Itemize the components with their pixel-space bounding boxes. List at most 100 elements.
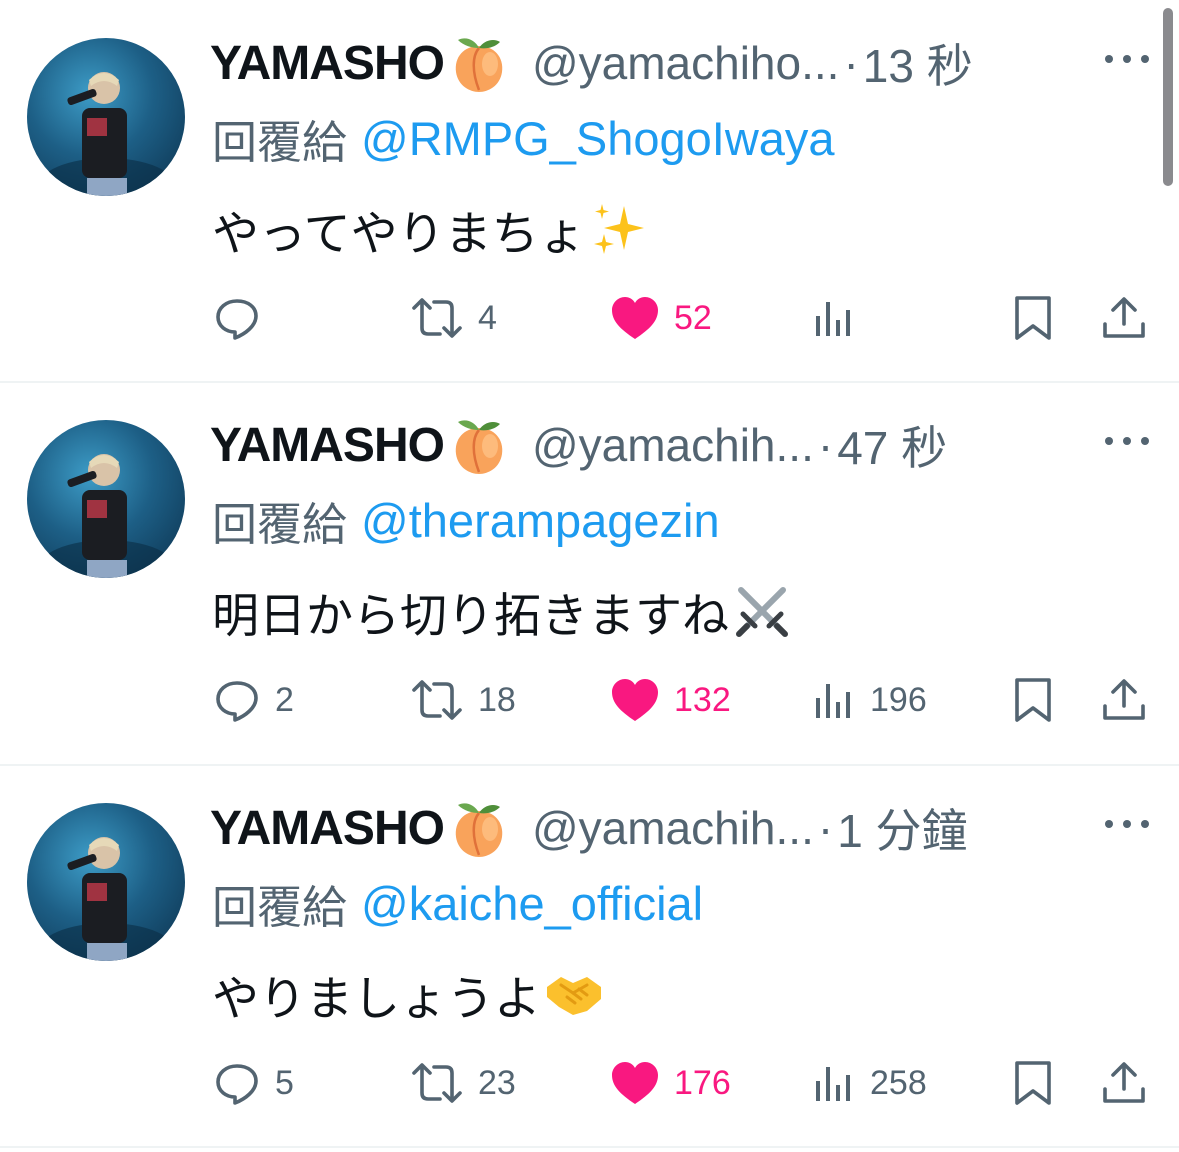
reply-context: 回覆給 @kaiche_official xyxy=(212,871,703,935)
display-name[interactable]: YAMASHO xyxy=(210,36,445,91)
dot-icon xyxy=(1141,437,1149,445)
retweet-button[interactable]: 18 xyxy=(410,668,516,732)
tweet-header: YAMASHO @yamachih... · 47 秒 xyxy=(210,412,1090,478)
tweet[interactable]: YAMASHO @yamachih... · 1 分鐘 回覆給 @kaiche_… xyxy=(0,765,1179,1147)
reply-mention-link[interactable]: @kaiche_official xyxy=(361,876,703,931)
timeline: YAMASHO @yamachiho... · 13 秒 回覆給 @RMPG_S… xyxy=(0,0,1179,1152)
share-button[interactable] xyxy=(1100,1051,1148,1115)
reply-mention-link[interactable]: @RMPG_ShogoIwaya xyxy=(361,111,835,166)
dot-icon xyxy=(1123,437,1131,445)
tweet-header: YAMASHO @yamachiho... · 13 秒 xyxy=(210,30,1090,96)
heart-icon xyxy=(612,1062,658,1104)
views-icon xyxy=(816,1067,850,1101)
views-button[interactable]: 258 xyxy=(812,1051,927,1115)
retweet-icon xyxy=(412,1063,462,1103)
bookmark-button[interactable] xyxy=(1012,668,1054,732)
retweet-icon xyxy=(412,298,462,338)
peach-emoji xyxy=(448,414,510,476)
retweet-count: 4 xyxy=(478,298,497,337)
reply-icon xyxy=(216,1064,258,1105)
view-count: 196 xyxy=(870,680,927,719)
bookmark-icon xyxy=(1015,678,1051,722)
reply-button[interactable]: 5 xyxy=(213,1051,294,1115)
views-button[interactable]: 196 xyxy=(812,668,927,732)
retweet-button[interactable]: 4 xyxy=(410,286,497,350)
avatar[interactable] xyxy=(27,803,185,961)
tweet-text-content: やりましょうよ xyxy=(212,971,541,1027)
handle[interactable]: @yamachih... xyxy=(532,801,814,855)
timestamp[interactable]: 47 秒 xyxy=(837,412,947,478)
retweet-count: 18 xyxy=(478,680,516,719)
tweet-header: YAMASHO @yamachih... · 1 分鐘 xyxy=(210,795,1090,861)
display-name[interactable]: YAMASHO xyxy=(210,801,445,856)
tweet-text: やってやりまちょ xyxy=(212,192,650,266)
like-button[interactable]: 132 xyxy=(610,668,731,732)
like-button[interactable]: 176 xyxy=(610,1051,731,1115)
peach-emoji xyxy=(448,797,510,859)
avatar[interactable] xyxy=(27,38,185,196)
reply-count: 5 xyxy=(275,1063,294,1102)
sparkles-emoji xyxy=(588,198,650,260)
share-icon xyxy=(1103,297,1145,338)
tweet-actions: 2 18 132 196 xyxy=(0,668,1179,732)
dot-icon xyxy=(1105,820,1113,828)
bookmark-button[interactable] xyxy=(1012,1051,1054,1115)
tweet[interactable]: YAMASHO @yamachih... · 47 秒 回覆給 @theramp… xyxy=(0,382,1179,764)
peach-emoji xyxy=(448,32,510,94)
bookmark-icon xyxy=(1015,296,1051,340)
reply-prefix: 回覆給 xyxy=(212,880,348,934)
scrollbar[interactable] xyxy=(1163,8,1173,186)
dot-icon xyxy=(1123,55,1131,63)
dot-icon xyxy=(1141,55,1149,63)
separator: · xyxy=(817,419,834,471)
views-button[interactable] xyxy=(812,286,870,350)
timestamp[interactable]: 1 分鐘 xyxy=(837,795,967,861)
reply-button[interactable]: 2 xyxy=(213,668,294,732)
reply-mention-link[interactable]: @therampagezin xyxy=(361,493,720,548)
reply-context: 回覆給 @RMPG_ShogoIwaya xyxy=(212,106,835,170)
avatar[interactable] xyxy=(27,420,185,578)
like-count: 132 xyxy=(674,680,731,719)
tweet-actions: 4 52 xyxy=(0,286,1179,350)
share-icon xyxy=(1103,1062,1145,1103)
display-name[interactable]: YAMASHO xyxy=(210,418,445,473)
separator: · xyxy=(843,37,859,89)
reply-icon xyxy=(216,681,258,722)
reply-prefix: 回覆給 xyxy=(212,497,348,551)
dot-icon xyxy=(1123,820,1131,828)
handle[interactable]: @yamachih... xyxy=(532,418,814,472)
share-button[interactable] xyxy=(1100,668,1148,732)
more-options-button[interactable] xyxy=(1105,426,1149,456)
heart-icon xyxy=(612,297,658,339)
more-options-button[interactable] xyxy=(1105,809,1149,839)
retweet-icon xyxy=(412,680,462,720)
reply-prefix: 回覆給 xyxy=(212,115,348,169)
views-icon xyxy=(816,684,850,718)
tweet[interactable]: YAMASHO @yamachiho... · 13 秒 回覆給 @RMPG_S… xyxy=(0,0,1179,382)
views-icon xyxy=(816,302,850,336)
handshake-emoji xyxy=(543,963,605,1025)
reply-button[interactable] xyxy=(213,286,275,350)
timestamp[interactable]: 13 秒 xyxy=(863,30,973,96)
retweet-button[interactable]: 23 xyxy=(410,1051,516,1115)
dot-icon xyxy=(1141,820,1149,828)
tweet-text: やりましょうよ xyxy=(212,957,605,1031)
dot-icon xyxy=(1105,55,1113,63)
reply-icon xyxy=(216,299,258,340)
view-count: 258 xyxy=(870,1063,927,1102)
reply-count: 2 xyxy=(275,680,294,719)
tweet-text-content: やってやりまちょ xyxy=(212,206,586,262)
separator: · xyxy=(817,802,834,854)
like-button[interactable]: 52 xyxy=(610,286,712,350)
reply-context: 回覆給 @therampagezin xyxy=(212,488,720,552)
bookmark-button[interactable] xyxy=(1012,286,1054,350)
divider xyxy=(0,1146,1179,1148)
heart-icon xyxy=(612,679,658,721)
tweet-text-content: 明日から切り拓きますね xyxy=(212,588,729,644)
like-count: 176 xyxy=(674,1063,731,1102)
share-button[interactable] xyxy=(1100,286,1148,350)
handle[interactable]: @yamachiho... xyxy=(532,36,840,90)
retweet-count: 23 xyxy=(478,1063,516,1102)
tweet-actions: 5 23 176 258 xyxy=(0,1051,1179,1115)
more-options-button[interactable] xyxy=(1105,44,1149,74)
